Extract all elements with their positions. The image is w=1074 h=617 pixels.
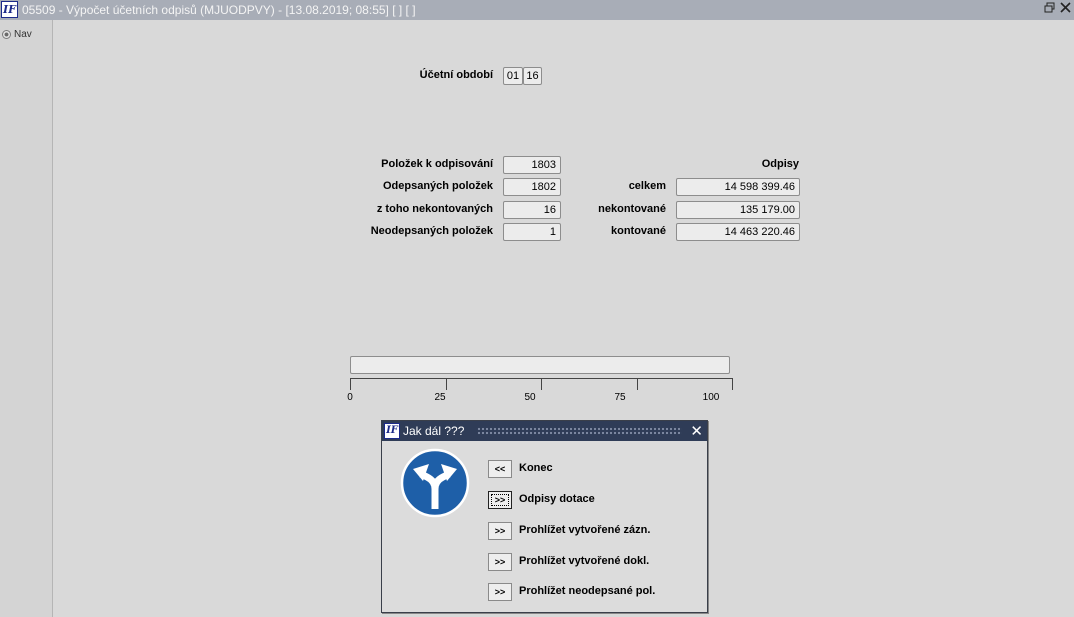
uncontrolled-amount-field[interactable]: 135 179.00 xyxy=(676,201,800,219)
dialog-titlebar[interactable]: IF Jak dál ??? ✕ xyxy=(382,421,707,441)
exit-button[interactable]: << xyxy=(488,460,512,478)
view-created-documents-button[interactable]: >> xyxy=(488,553,512,571)
window-title: 05509 - Výpočet účetních odpisů (MJUODPV… xyxy=(22,3,416,17)
depreciation-heading: Odpisy xyxy=(761,158,799,170)
uncontrolled-amount-label: nekontované xyxy=(598,203,666,215)
not-depreciated-field[interactable]: 1 xyxy=(503,223,561,241)
uncontrolled-items-label: z toho nekontovaných xyxy=(376,203,493,215)
subsidy-depreciation-button[interactable]: >> xyxy=(488,491,512,509)
period-label: Účetní období xyxy=(419,69,493,81)
radio-icon xyxy=(2,29,11,39)
period-month-field[interactable]: 01 xyxy=(503,67,523,85)
view-created-records-button[interactable]: >> xyxy=(488,522,512,540)
view-not-depreciated-label[interactable]: Prohlížet neodepsané pol. xyxy=(519,585,655,597)
dialog-title: Jak dál ??? xyxy=(403,424,465,438)
depreciated-items-label: Odepsaných položek xyxy=(382,180,493,192)
scale-label: 75 xyxy=(614,392,626,403)
fork-direction-sign-icon xyxy=(400,448,470,518)
items-to-depreciate-field[interactable]: 1803 xyxy=(503,156,561,174)
not-depreciated-label: Neodepsaných položek xyxy=(370,225,493,237)
scale-tick xyxy=(446,378,447,390)
total-field[interactable]: 14 598 399.46 xyxy=(676,178,800,196)
subsidy-depreciation-label[interactable]: Odpisy dotace xyxy=(519,493,595,505)
dialog-close-icon[interactable]: ✕ xyxy=(690,422,703,440)
scale-label: 50 xyxy=(524,392,536,403)
items-to-depreciate-label: Položek k odpisování xyxy=(381,158,493,170)
scale-tick xyxy=(637,378,638,390)
nav-tab[interactable]: Nav xyxy=(2,26,50,42)
controlled-amount-label: kontované xyxy=(610,225,666,237)
exit-label[interactable]: Konec xyxy=(519,462,553,474)
window-titlebar[interactable]: IF 05509 - Výpočet účetních odpisů (MJUO… xyxy=(0,0,1074,20)
view-not-depreciated-button[interactable]: >> xyxy=(488,583,512,601)
view-created-documents-label[interactable]: Prohlížet vytvořené dokl. xyxy=(519,555,649,567)
scale-label: 0 xyxy=(347,392,353,403)
scale-tick xyxy=(541,378,542,390)
scale-tick xyxy=(350,378,351,390)
scale-label: 25 xyxy=(434,392,446,403)
scale-tick xyxy=(732,378,733,390)
period-year-field[interactable]: 16 xyxy=(523,67,542,85)
depreciated-items-field[interactable]: 1802 xyxy=(503,178,561,196)
nav-tab-label: Nav xyxy=(14,28,32,40)
close-icon[interactable] xyxy=(1060,2,1071,16)
scale-label: 100 xyxy=(702,392,720,403)
dialog-logo-icon: IF xyxy=(384,423,400,439)
restore-icon[interactable] xyxy=(1044,2,1055,16)
total-label: celkem xyxy=(628,180,666,192)
nav-panel: Nav xyxy=(0,20,53,617)
uncontrolled-items-field[interactable]: 16 xyxy=(503,201,561,219)
controlled-amount-field[interactable]: 14 463 220.46 xyxy=(676,223,800,241)
progress-bar xyxy=(350,356,730,374)
view-created-records-label[interactable]: Prohlížet vytvořené zázn. xyxy=(519,524,650,536)
what-next-dialog: IF Jak dál ??? ✕ << Konec >> Odpisy dota… xyxy=(381,420,708,613)
app-logo-icon: IF xyxy=(1,1,18,18)
drag-grip[interactable] xyxy=(477,427,682,435)
